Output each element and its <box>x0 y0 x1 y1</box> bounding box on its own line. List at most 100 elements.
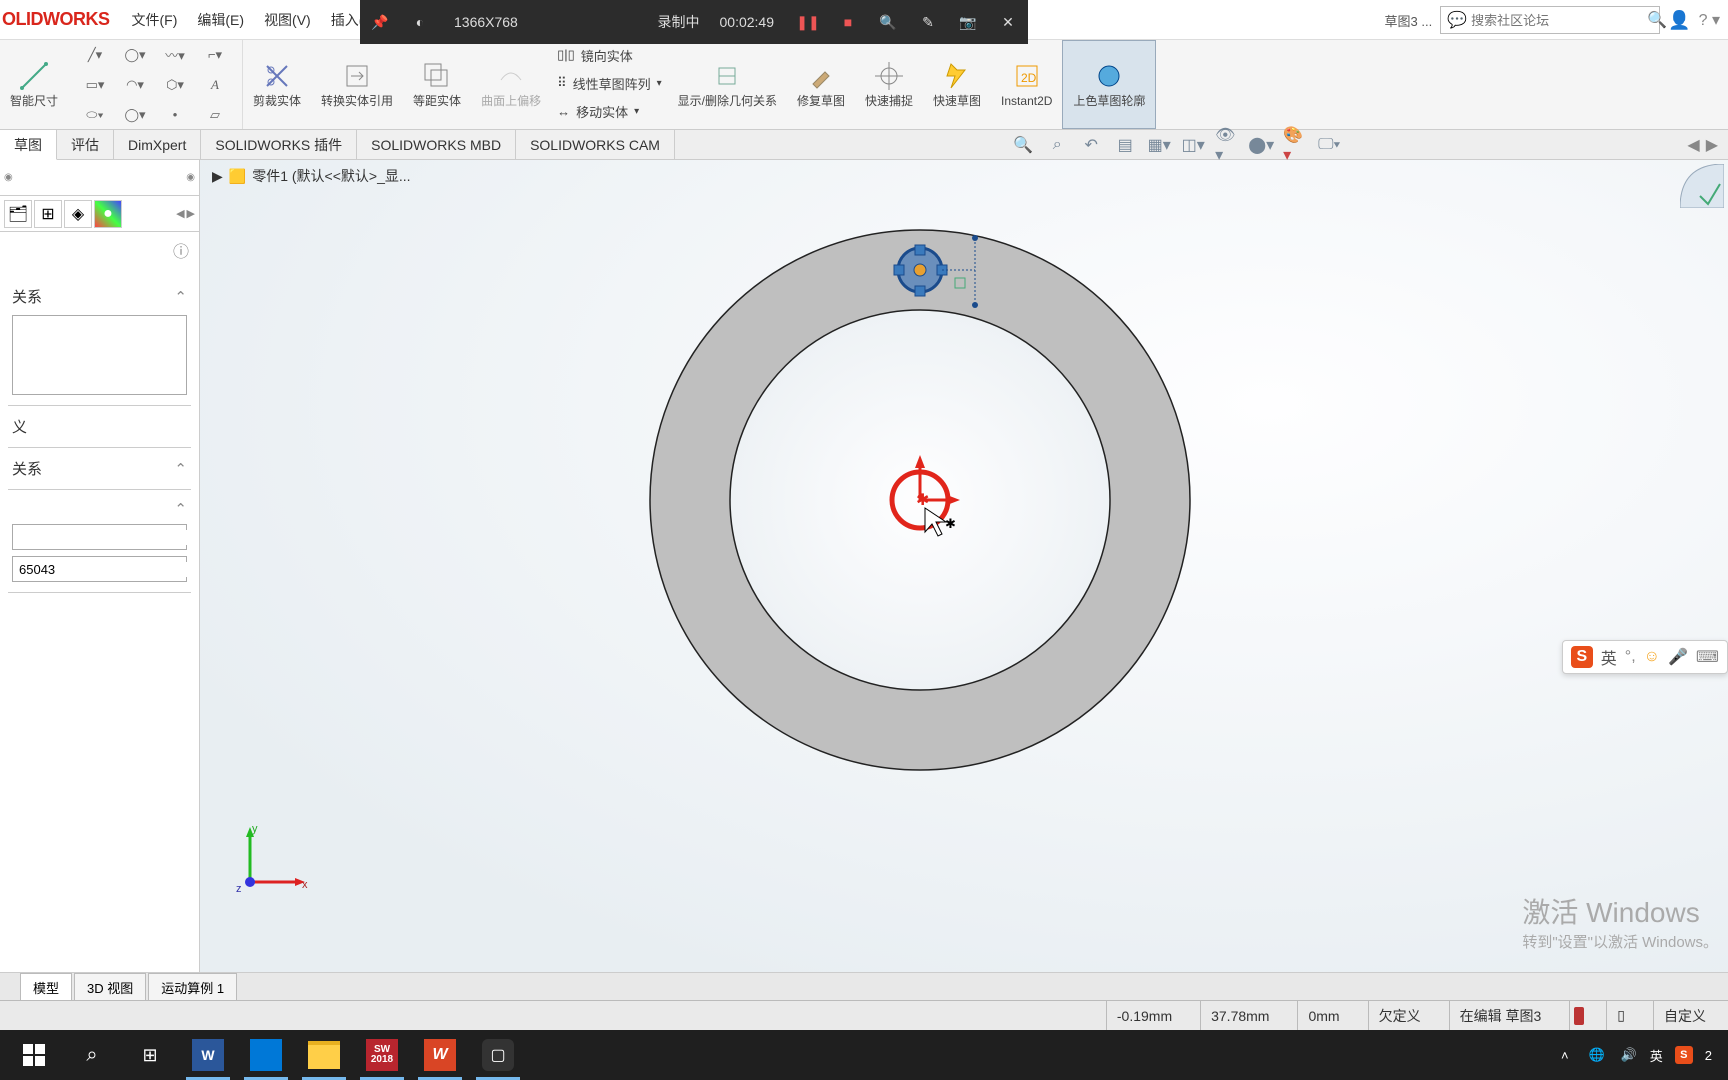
trim-entities-button[interactable]: 剪裁实体 <box>243 40 311 129</box>
point-tool[interactable]: • <box>156 101 194 129</box>
tray-sogou-icon[interactable]: S <box>1673 1044 1695 1066</box>
taskbar-solidworks[interactable]: SW2018 <box>354 1030 410 1080</box>
tray-network-icon[interactable]: 🌐 <box>1586 1044 1608 1066</box>
rapid-sketch-button[interactable]: 快速草图 <box>923 40 991 129</box>
tab-model[interactable]: 模型 <box>20 973 72 1000</box>
taskbar-word[interactable]: W <box>180 1030 236 1080</box>
plane-tool[interactable]: ▱ <box>196 101 234 129</box>
convert-entities-button[interactable]: 转换实体引用 <box>311 40 403 129</box>
slot-tool[interactable]: ⬭▾ <box>76 101 114 129</box>
display-style-icon[interactable]: ◫▾ <box>1181 133 1205 157</box>
ime-voice-icon[interactable]: 🎤 <box>1668 647 1688 667</box>
orientation-triad[interactable]: x y z <box>230 822 310 902</box>
scroll-right-icon[interactable]: ▶ <box>187 207 195 220</box>
ime-punct-icon[interactable]: °, <box>1625 648 1636 666</box>
collapse-icon[interactable]: ⌃ <box>174 288 187 306</box>
tray-volume-icon[interactable]: 🔊 <box>1618 1044 1640 1066</box>
parameter-input-2[interactable] <box>13 562 199 577</box>
scroll-left-icon[interactable]: ◀ <box>176 207 184 220</box>
menu-file[interactable]: 文件(F) <box>122 0 188 39</box>
next-arrow-icon[interactable]: ▶ <box>1706 135 1718 155</box>
config-icon[interactable]: ◈ <box>64 200 92 228</box>
confirmation-corner[interactable] <box>1680 164 1724 208</box>
stop-button[interactable]: ■ <box>828 0 868 44</box>
collapse-icon-3[interactable]: ⌃ <box>174 500 187 518</box>
shaded-sketch-button[interactable]: 上色草图轮廓 <box>1062 40 1156 129</box>
contrast-icon[interactable]: ◐ <box>400 0 440 44</box>
document-tab-label[interactable]: 草图3 ... <box>1385 11 1433 30</box>
tab-addins[interactable]: SOLIDWORKS 插件 <box>201 130 357 159</box>
ime-emoji-icon[interactable]: ☺ <box>1644 648 1660 666</box>
linear-pattern-button[interactable]: ⠿线性草图阵列▾ <box>557 70 662 96</box>
taskbar-wps[interactable]: W <box>412 1030 468 1080</box>
taskbar-recorder[interactable]: ▢ <box>470 1030 526 1080</box>
tab-motion-study[interactable]: 运动算例 1 <box>148 973 237 1000</box>
search-icon[interactable]: 🔍 <box>1647 10 1667 30</box>
menu-view[interactable]: 视图(V) <box>254 0 321 39</box>
view-orientation-icon[interactable]: ▦▾ <box>1147 133 1171 157</box>
appearance-icon[interactable]: ⬤▾ <box>1249 133 1273 157</box>
tab-sketch[interactable]: 草图 <box>0 130 57 160</box>
quick-snaps-button[interactable]: 快速捕捉 <box>855 40 923 129</box>
tab-cam[interactable]: SOLIDWORKS CAM <box>516 130 675 159</box>
feature-tree-icon[interactable]: 🗂 <box>4 200 32 228</box>
start-button[interactable] <box>6 1030 62 1080</box>
tray-chevron-icon[interactable]: ˄ <box>1554 1044 1576 1066</box>
spline-tool[interactable]: 〰▾ <box>156 41 194 69</box>
polygon-tool[interactable]: ⬡▾ <box>156 71 194 99</box>
tray-ime-indicator[interactable]: 英 <box>1650 1046 1663 1065</box>
menu-edit[interactable]: 编辑(E) <box>187 0 254 39</box>
smart-dimension-button[interactable]: 智能尺寸 <box>0 40 68 129</box>
search-box[interactable]: 💬 🔍 <box>1440 6 1660 34</box>
close-button[interactable]: ✕ <box>988 0 1028 44</box>
parameter-spinner-2[interactable]: ▲▼ <box>12 556 187 582</box>
status-custom[interactable]: 自定义 <box>1653 1001 1716 1030</box>
taskbar-app-blue[interactable] <box>238 1030 294 1080</box>
view-settings-icon[interactable]: 🖵▾ <box>1317 133 1341 157</box>
hide-show-icon[interactable]: 👁▾ <box>1215 133 1239 157</box>
parameter-input-1[interactable] <box>13 530 199 545</box>
ime-keyboard-icon[interactable]: ⌨ <box>1696 647 1719 667</box>
tab-evaluate[interactable]: 评估 <box>57 130 114 159</box>
line-tool[interactable]: ╱▾ <box>76 41 114 69</box>
rectangle-tool[interactable]: ▭▾ <box>76 71 114 99</box>
scene-icon[interactable]: 🎨▾ <box>1283 133 1307 157</box>
arc-tool[interactable]: ◠▾ <box>116 71 154 99</box>
status-indicator[interactable] <box>1569 1001 1588 1030</box>
status-flag-icon[interactable]: ▯ <box>1606 1001 1635 1030</box>
tab-dimxpert[interactable]: DimXpert <box>114 130 201 159</box>
offset-entities-button[interactable]: 等距实体 <box>403 40 471 129</box>
prev-arrow-icon[interactable]: ◀ <box>1687 135 1699 155</box>
property-icon[interactable]: ⊞ <box>34 200 62 228</box>
help-circle-icon[interactable]: ⓘ <box>173 238 189 262</box>
ellipse-tool[interactable]: ◯▾ <box>116 101 154 129</box>
parameter-spinner-1[interactable]: ▲▼ <box>12 524 187 550</box>
repair-sketch-button[interactable]: 修复草图 <box>787 40 855 129</box>
tab-mbd[interactable]: SOLIDWORKS MBD <box>357 130 516 159</box>
zoom-fit-icon[interactable]: 🔍 <box>1011 133 1035 157</box>
mirror-entities-button[interactable]: ▯|▯镜向实体 <box>557 42 662 68</box>
text-tool[interactable]: A <box>196 71 234 99</box>
relations-list[interactable] <box>12 315 187 395</box>
ime-language[interactable]: 英 <box>1601 645 1617 669</box>
appearance-tab-icon[interactable]: ● <box>94 200 122 228</box>
zoom-area-icon[interactable]: ⌕ <box>1045 133 1069 157</box>
ime-floating-bar[interactable]: S 英 °, ☺ 🎤 ⌨ <box>1562 640 1728 674</box>
search-button[interactable]: ⌕ <box>64 1030 120 1080</box>
user-icon[interactable]: 👤 <box>1668 10 1690 31</box>
move-entities-button[interactable]: ↔移动实体▾ <box>557 98 662 124</box>
help-icon[interactable]: ? ▾ <box>1699 10 1720 30</box>
display-relations-button[interactable]: 显示/删除几何关系 <box>668 40 787 129</box>
instant2d-button[interactable]: 2D Instant2D <box>991 40 1062 129</box>
task-view-button[interactable]: ⊞ <box>122 1030 178 1080</box>
pin-icon[interactable]: 📌 <box>360 0 400 44</box>
tray-clock[interactable]: 2 <box>1705 1048 1712 1063</box>
sketch-canvas[interactable]: ✱ ✱ <box>200 160 1728 880</box>
pencil-icon[interactable]: ✎ <box>908 0 948 44</box>
collapse-icon-2[interactable]: ⌃ <box>174 460 187 478</box>
pause-button[interactable]: ❚❚ <box>788 0 828 44</box>
fillet-tool[interactable]: ⌐▾ <box>196 41 234 69</box>
taskbar-explorer[interactable] <box>296 1030 352 1080</box>
magnify-icon[interactable]: 🔍 <box>868 0 908 44</box>
camera-icon[interactable]: 📷 <box>948 0 988 44</box>
